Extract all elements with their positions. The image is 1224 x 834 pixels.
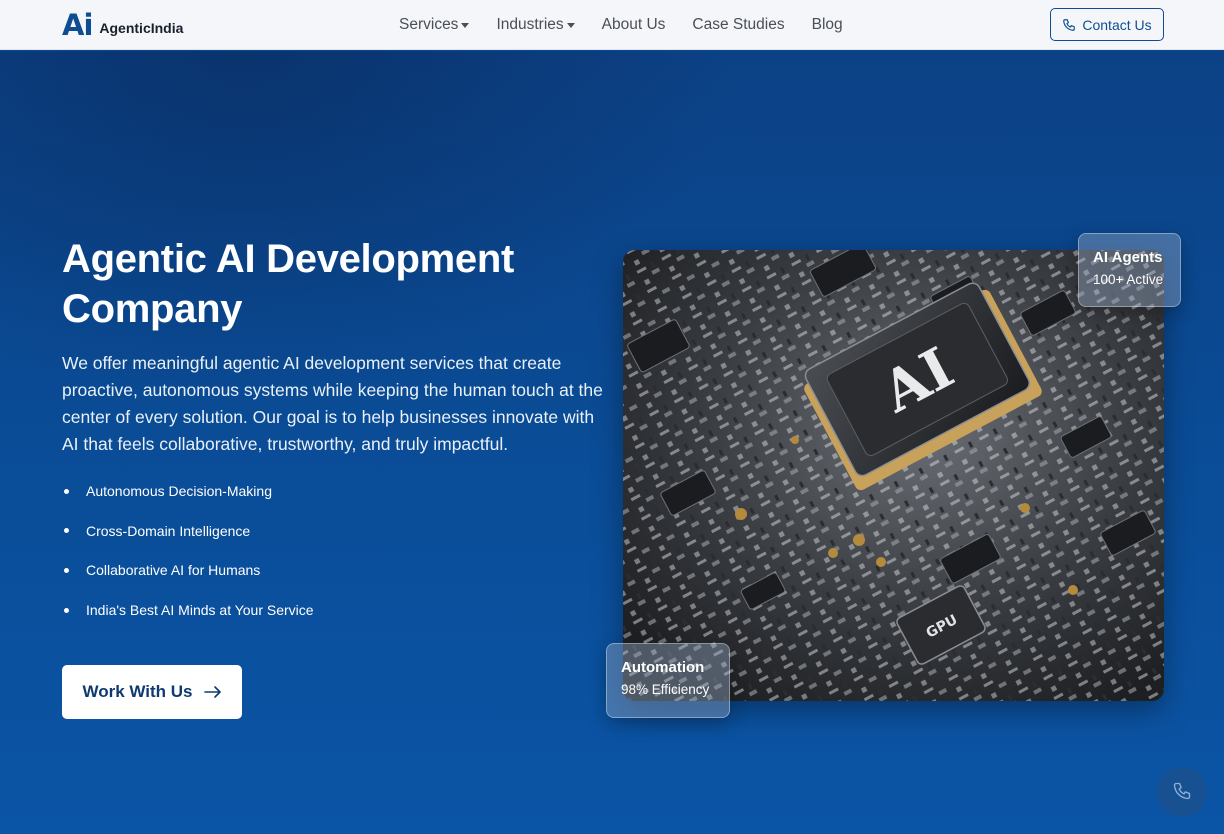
contact-us-label: Contact Us xyxy=(1082,16,1152,33)
feature-item: Autonomous Decision-Making xyxy=(62,481,462,501)
contact-us-button[interactable]: Contact Us xyxy=(1050,8,1164,41)
stat-card-automation: Automation 98% Efficiency xyxy=(606,643,730,718)
hero-title: Agentic AI Development Company xyxy=(62,237,514,331)
hero-description: We offer meaningful agentic AI developme… xyxy=(62,353,603,454)
main-nav: Services Industries About Us Case Studie… xyxy=(399,0,870,50)
feature-label: India's Best AI Minds at Your Service xyxy=(86,602,314,619)
nav-case-studies[interactable]: Case Studies xyxy=(692,16,784,34)
bullet-icon xyxy=(64,567,69,573)
work-with-us-label: Work With Us xyxy=(82,682,193,701)
feature-label: Cross-Domain Intelligence xyxy=(86,522,251,539)
hero-section: Agentic AI Development Company We offer … xyxy=(0,51,1224,834)
feature-item: Cross-Domain Intelligence xyxy=(62,521,462,541)
navbar: Ai AgenticIndia Services Industries Abou… xyxy=(0,0,1224,50)
chevron-down-icon xyxy=(566,23,575,28)
feature-label: Collaborative AI for Humans xyxy=(86,562,261,579)
feature-list: Autonomous Decision-Making Cross-Domain … xyxy=(62,481,462,640)
nav-blog[interactable]: Blog xyxy=(812,16,843,34)
feature-item: Collaborative AI for Humans xyxy=(62,560,462,580)
feature-label: Autonomous Decision-Making xyxy=(86,483,272,499)
stat-title: AI Agents xyxy=(1093,249,1163,266)
phone-icon xyxy=(1062,18,1076,32)
stat-card-ai-agents: AI Agents 100+ Active xyxy=(1078,233,1181,307)
work-with-us-button[interactable]: Work With Us xyxy=(62,665,242,719)
nav-industries[interactable]: Industries xyxy=(496,16,575,34)
nav-services-label: Services xyxy=(399,16,459,33)
feature-item: India's Best AI Minds at Your Service xyxy=(62,600,462,620)
bullet-icon xyxy=(64,488,69,494)
phone-icon xyxy=(1172,781,1192,804)
floating-call-button[interactable] xyxy=(1157,767,1207,817)
logo[interactable]: Ai AgenticIndia xyxy=(62,8,184,42)
logo-mark: Ai xyxy=(62,8,93,42)
hero-image-circuit-board: AI GPU xyxy=(623,250,1164,701)
bullet-icon xyxy=(64,607,69,613)
bullet-icon xyxy=(64,528,69,534)
nav-about-us[interactable]: About Us xyxy=(602,16,666,34)
brand-name: AgenticIndia xyxy=(99,19,184,36)
arrow-right-icon xyxy=(203,685,222,699)
stat-value: 100+ Active xyxy=(1093,272,1164,287)
stat-title: Automation xyxy=(621,659,705,676)
nav-services[interactable]: Services xyxy=(399,16,470,34)
chevron-down-icon xyxy=(461,23,470,28)
stat-value: 98% Efficiency xyxy=(621,682,710,697)
nav-industries-label: Industries xyxy=(496,16,564,33)
